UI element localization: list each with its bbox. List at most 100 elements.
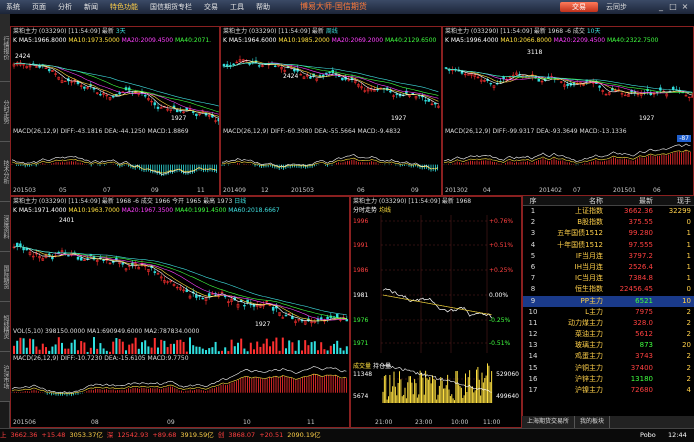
row-index: 10 — [528, 307, 538, 316]
row-index: 16 — [528, 374, 538, 383]
ma-line — [223, 62, 439, 93]
vtab-quotes[interactable]: 行情报价 — [0, 14, 10, 82]
col-last[interactable]: 最新 — [603, 196, 653, 205]
chart-panel-weekly[interactable]: 菜粕主力 (033290) [11:54:09] 最新 周线 K MA5:196… — [220, 26, 442, 196]
watchlist: 序 名称 最新 现手 1 上证指数 3662.36 32299 2 B股指数 375.55 0… — [522, 196, 694, 416]
period-label[interactable]: 10天 — [587, 28, 601, 35]
candle — [143, 94, 147, 97]
col-index[interactable]: 序 — [523, 196, 543, 205]
menu-item-column[interactable]: 国信期货专栏 — [144, 0, 198, 14]
watchlist-row[interactable]: 8 恒生指数 22456.45 0 — [523, 284, 694, 295]
cloud-sync-button[interactable]: 云同步 — [606, 0, 627, 14]
menu-item-trade[interactable]: 交易 — [198, 0, 224, 14]
macd-chart[interactable] — [221, 136, 441, 188]
watchlist-row[interactable]: 12 菜油主力 5612 2 — [523, 329, 694, 340]
row-name: 玻璃主力 — [575, 341, 603, 350]
intraday-chart[interactable]: 1996 +0.76% 1991 +0.51% 1986 +0.25% 1981 0.00% 1… — [351, 215, 521, 353]
row-volume: 2 — [686, 307, 691, 316]
candlestick-chart[interactable] — [11, 45, 219, 127]
panel-header: 菜粕主力 (033290) [11:54:09] 最新 周线 — [221, 27, 441, 36]
intraday-panel[interactable]: 菜粕主力 (033290) [11:54:09] 最新 1968 分时走势 均线… — [350, 196, 522, 428]
vtab-depth[interactable]: 深度资料 — [0, 202, 10, 252]
tab-my-sector[interactable]: 我的板块 — [575, 416, 611, 428]
col-name[interactable]: 名称 — [543, 196, 603, 205]
volume-bar — [141, 342, 143, 354]
vtab-sprite[interactable]: 短线精灵 — [0, 302, 10, 352]
watchlist-row[interactable]: 6 IH当月连 2526.4 1 — [523, 262, 694, 273]
watchlist-row[interactable]: 15 沪铜主力 37400 2 — [523, 363, 694, 374]
menu-item-features[interactable]: 特色功能 — [104, 0, 144, 14]
vtab-intl-futures[interactable]: 国际期货 — [0, 252, 10, 302]
tab-shfe[interactable]: 上海期货交易所 — [522, 416, 576, 428]
watchlist-row[interactable]: 9 PP主力 6521 10 — [523, 295, 694, 307]
row-name: 沪锌主力 — [575, 374, 603, 383]
candlestick-chart[interactable] — [11, 215, 349, 327]
watchlist-row[interactable]: 14 鸡蛋主力 3743 2 — [523, 351, 694, 362]
macd-chart[interactable] — [11, 136, 219, 188]
watchlist-row[interactable]: 3 五年国债1512 99.280 1 — [523, 228, 694, 239]
volume-bar — [275, 337, 278, 354]
volume-bar — [198, 346, 201, 354]
low-marker: 1927 — [391, 115, 407, 122]
watchlist-row[interactable]: 1 上证指数 3662.36 32299 — [523, 206, 694, 217]
minimize-icon[interactable]: _ — [656, 2, 666, 12]
watchlist-row[interactable]: 17 沪镍主力 72680 4 — [523, 385, 694, 396]
menu-item-news[interactable]: 新闻 — [78, 0, 104, 14]
watchlist-row[interactable]: 10 L主力 7975 2 — [523, 307, 694, 318]
col-volume[interactable]: 现手 — [653, 196, 691, 205]
trade-button[interactable]: 交易 — [560, 2, 598, 12]
macd-chart[interactable] — [443, 136, 693, 188]
menu-item-page[interactable]: 页面 — [26, 0, 52, 14]
candle — [76, 257, 80, 260]
volume-bar — [160, 339, 163, 354]
watchlist-row[interactable]: 4 十年国债1512 97.555 1 — [523, 240, 694, 251]
vtab-technical[interactable]: 技术分析 — [0, 142, 10, 202]
row-last: 13180 — [630, 374, 653, 383]
candlestick-chart[interactable] — [443, 45, 693, 127]
macd-chart[interactable] — [11, 363, 349, 417]
period-label[interactable]: 周线 — [326, 28, 338, 35]
watchlist-row[interactable]: 11 动力煤主力 328.0 2 — [523, 318, 694, 329]
volume-bar — [269, 346, 271, 354]
high-marker: 2424 — [283, 73, 299, 80]
maximize-icon[interactable]: □ — [668, 2, 678, 12]
x-tick: 201402 — [539, 187, 562, 194]
volume-bar — [221, 350, 223, 354]
ma-line — [445, 68, 693, 94]
period-label[interactable]: 3天 — [116, 28, 126, 35]
volume-bar — [230, 339, 233, 354]
row-volume: 2 — [686, 352, 691, 361]
menu-item-tools[interactable]: 工具 — [224, 0, 250, 14]
row-index: 4 — [530, 240, 536, 249]
row-last: 7384.8 — [628, 274, 654, 283]
tab-intraday[interactable]: 分时走势 — [353, 207, 377, 214]
chart-panel-daily[interactable]: 菜粕主力 (033290) [11:54:09] 最新 1968 -6 成交 1… — [10, 196, 350, 428]
row-volume: 1 — [686, 229, 691, 238]
volume-bar — [147, 346, 150, 354]
menu-item-analysis[interactable]: 分析 — [52, 0, 78, 14]
close-icon[interactable]: × — [680, 2, 690, 12]
chart-panel-3day[interactable]: 菜粕主力 (033290) [11:54:09] 最新 3天 K MA5:196… — [10, 26, 220, 196]
volume-chart[interactable] — [11, 336, 349, 354]
tab-average[interactable]: 均线 — [379, 207, 391, 214]
menu-item-system[interactable]: 系统 — [0, 0, 26, 14]
watchlist-row[interactable]: 5 IF当月连 3797.2 1 — [523, 251, 694, 262]
watchlist-row[interactable]: 16 沪锌主力 13180 2 — [523, 374, 694, 385]
vtab-intraday[interactable]: 分时走势 — [0, 82, 10, 142]
ma10-value: MA10:1973.5000 — [68, 37, 120, 44]
volume-bar — [336, 340, 339, 354]
candle — [433, 102, 437, 105]
chart-panel-10day[interactable]: 菜粕主力 (033290) [11:54:09] 最新 1968 -6 成交 1… — [442, 26, 694, 196]
menu-item-help[interactable]: 帮助 — [250, 0, 276, 14]
candle — [195, 113, 198, 116]
period-label[interactable]: 日线 — [234, 198, 246, 205]
row-index: 11 — [528, 318, 538, 327]
watchlist-row[interactable]: 13 玻璃主力 873 20 — [523, 340, 694, 351]
price-line — [382, 288, 492, 319]
candlestick-chart[interactable] — [221, 45, 441, 127]
vtab-hushen[interactable]: 沪深市场 — [0, 352, 10, 402]
candle — [284, 314, 288, 317]
watchlist-row[interactable]: 2 B股指数 375.55 0 — [523, 217, 694, 228]
panel-title: 菜粕主力 (033290) [11:54:09] 最新 1968 -6 成交 — [445, 28, 585, 35]
watchlist-row[interactable]: 7 IC当月连 7384.8 1 — [523, 273, 694, 284]
